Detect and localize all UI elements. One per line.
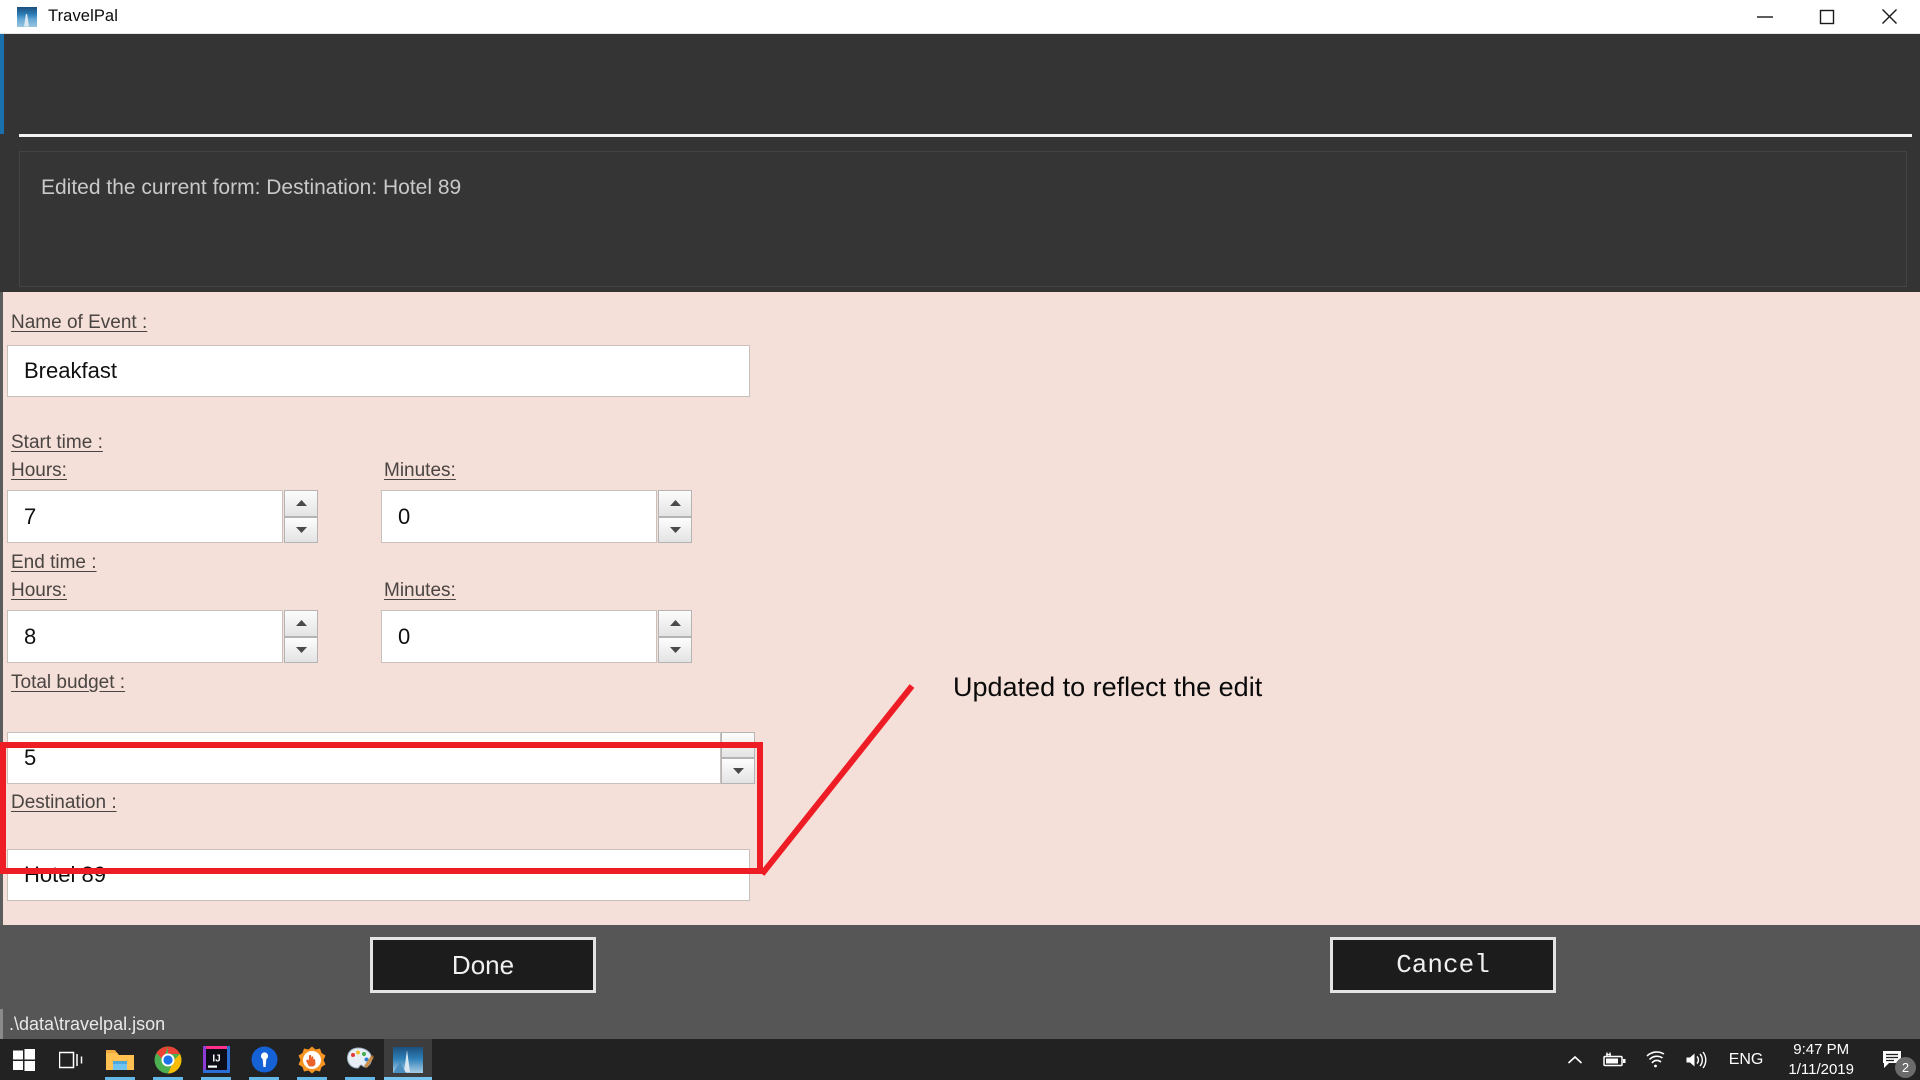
total-budget-value: 5: [24, 745, 37, 770]
clock[interactable]: 9:47 PM 1/11/2019: [1776, 1039, 1866, 1080]
chevron-up-icon[interactable]: [1558, 1039, 1592, 1080]
dialog-button-bar: Done Cancel: [0, 925, 1920, 1009]
annotation-label: Updated to reflect the edit: [953, 672, 1263, 702]
end-hours-value: 8: [24, 623, 37, 649]
language-indicator[interactable]: ENG: [1716, 1051, 1777, 1069]
start-hours-decrement-button[interactable]: [284, 516, 318, 543]
label-name-of-event: Name of Event :: [11, 312, 148, 333]
start-hours-value: 7: [24, 503, 37, 529]
start-hours-stepper[interactable]: [284, 490, 318, 543]
location-pin-icon[interactable]: [240, 1039, 288, 1080]
total-budget-increment-button[interactable]: [721, 732, 755, 758]
label-destination: Destination :: [11, 792, 117, 813]
focus-accent-bar: [0, 34, 4, 134]
end-minutes-decrement-button[interactable]: [658, 636, 692, 663]
label-end-hours: Hours:: [11, 580, 67, 601]
log-message: Edited the current form: Destination: Ho…: [41, 176, 462, 199]
application-body: Edited the current form: Destination: Ho…: [0, 34, 1920, 1039]
end-hours-input[interactable]: 8: [7, 610, 283, 663]
log-panel: Edited the current form: Destination: Ho…: [19, 151, 1907, 287]
label-start-minutes: Minutes:: [384, 460, 456, 481]
label-total-budget: Total budget :: [11, 672, 126, 693]
file-explorer-icon[interactable]: [96, 1039, 144, 1080]
total-budget-decrement-button[interactable]: [721, 758, 755, 784]
start-minutes-value: 0: [398, 503, 411, 529]
close-icon[interactable]: [1858, 0, 1920, 33]
end-minutes-value: 0: [398, 623, 411, 649]
end-minutes-stepper[interactable]: [658, 610, 692, 663]
clock-time: 9:47 PM: [1793, 1040, 1850, 1058]
window-controls: [1734, 0, 1920, 33]
status-bar: .\data\travelpal.json: [0, 1009, 1920, 1039]
title-bar: TravelPal: [0, 0, 1920, 34]
start-icon[interactable]: [0, 1039, 48, 1080]
cancel-button[interactable]: Cancel: [1330, 937, 1556, 993]
battery-charging-icon[interactable]: [1592, 1039, 1636, 1080]
chrome-icon[interactable]: [144, 1039, 192, 1080]
event-form: Name of Event : Breakfast Start time : H…: [0, 292, 1920, 925]
label-end-minutes: Minutes:: [384, 580, 456, 601]
label-start-hours: Hours:: [11, 460, 67, 481]
name-of-event-value: Breakfast: [24, 358, 117, 383]
label-end-time: End time :: [11, 552, 97, 573]
toolbar-divider: [19, 134, 1912, 137]
window-title: TravelPal: [48, 7, 118, 25]
task-view-icon[interactable]: [48, 1039, 96, 1080]
start-minutes-increment-button[interactable]: [658, 490, 692, 517]
volume-icon[interactable]: [1676, 1039, 1716, 1080]
label-start-time: Start time :: [11, 432, 103, 453]
notifications-icon[interactable]: 2: [1866, 1039, 1920, 1080]
destination-input[interactable]: Hotel 89: [7, 849, 750, 901]
total-budget-stepper[interactable]: [721, 732, 755, 784]
taskbar: IJ ENG 9:47 PM 1/11/2019 2: [0, 1039, 1920, 1080]
start-minutes-stepper[interactable]: [658, 490, 692, 543]
cursor-app-icon[interactable]: [288, 1039, 336, 1080]
end-hours-decrement-button[interactable]: [284, 636, 318, 663]
destination-value: Hotel 89: [24, 862, 106, 887]
svg-text:IJ: IJ: [212, 1054, 220, 1065]
paint-icon[interactable]: [336, 1039, 384, 1080]
start-hours-input[interactable]: 7: [7, 490, 283, 543]
total-budget-input[interactable]: 5: [7, 732, 721, 784]
notification-count-badge: 2: [1895, 1057, 1916, 1078]
name-of-event-input[interactable]: Breakfast: [7, 345, 750, 397]
done-button[interactable]: Done: [370, 937, 596, 993]
maximize-icon[interactable]: [1796, 0, 1858, 33]
toolbar-strip: [0, 34, 1920, 134]
start-hours-increment-button[interactable]: [284, 490, 318, 517]
start-minutes-decrement-button[interactable]: [658, 516, 692, 543]
status-file-path: .\data\travelpal.json: [9, 1013, 166, 1034]
start-minutes-input[interactable]: 0: [381, 490, 657, 543]
photo-icon: [17, 6, 37, 27]
intellij-idea-icon[interactable]: IJ: [192, 1039, 240, 1080]
wifi-icon[interactable]: [1636, 1039, 1676, 1080]
clock-date: 1/11/2019: [1788, 1060, 1854, 1078]
end-minutes-increment-button[interactable]: [658, 610, 692, 637]
end-minutes-input[interactable]: 0: [381, 610, 657, 663]
end-hours-increment-button[interactable]: [284, 610, 318, 637]
end-hours-stepper[interactable]: [284, 610, 318, 663]
system-tray: ENG 9:47 PM 1/11/2019 2: [1558, 1039, 1920, 1080]
travelpal-icon[interactable]: [384, 1039, 432, 1080]
minimize-icon[interactable]: [1734, 0, 1796, 33]
